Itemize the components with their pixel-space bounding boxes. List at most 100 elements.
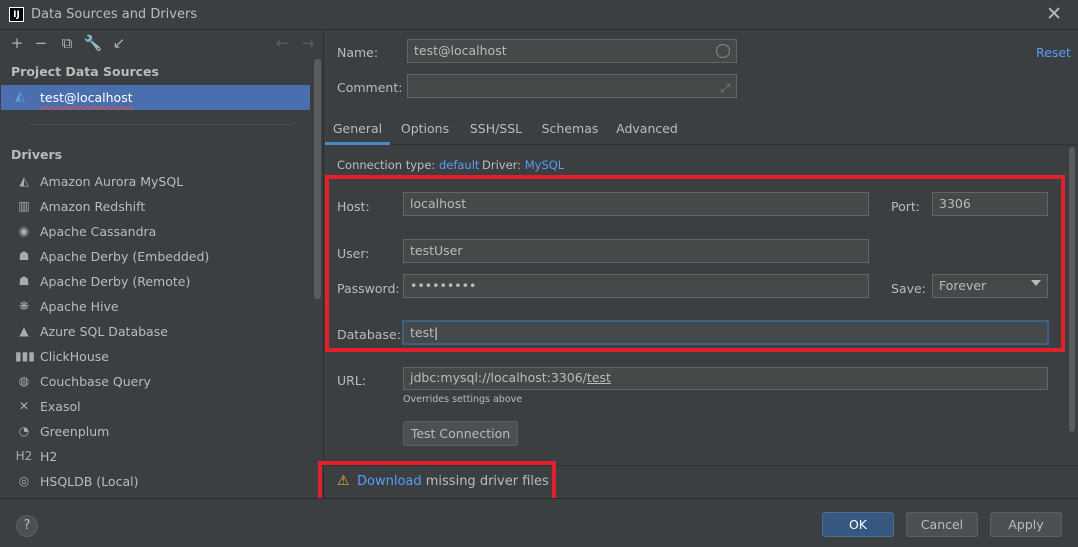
- connection-type-link[interactable]: default: [439, 158, 479, 172]
- driver-label: Amazon Aurora MySQL: [40, 174, 184, 189]
- driver-item[interactable]: ❋ Apache Hive: [0, 294, 310, 319]
- back-arrow-icon[interactable]: ←: [272, 33, 292, 53]
- left-toolbar: + − ⧉ 🔧 ↙ ← →: [0, 31, 323, 57]
- save-value: Forever: [939, 278, 987, 293]
- driver-label: Apache Derby (Remote): [40, 274, 191, 289]
- connection-type-label: Connection type:: [337, 158, 436, 172]
- driver-item[interactable]: ✕ Exasol: [0, 394, 310, 419]
- driver-item[interactable]: ◍ Couchbase Query: [0, 369, 310, 394]
- host-field[interactable]: localhost: [403, 192, 869, 216]
- driver-item[interactable]: ▮▮▮ ClickHouse: [0, 344, 310, 369]
- comment-field[interactable]: ⤢: [407, 74, 737, 98]
- title-bar: IJ Data Sources and Drivers ✕: [0, 0, 1078, 30]
- duplicate-icon[interactable]: ⧉: [57, 33, 77, 53]
- port-label: Port:: [891, 199, 920, 214]
- tab-schemas[interactable]: Schemas: [539, 121, 601, 145]
- drivers-list: ◭ Amazon Aurora MySQL ▥ Amazon Redshift ◉ Apa…: [0, 169, 310, 494]
- derby-hat-icon: ☗: [18, 274, 30, 288]
- driver-item[interactable]: ☗ Apache Derby (Remote): [0, 269, 310, 294]
- driver-link[interactable]: MySQL: [525, 158, 565, 172]
- color-circle-icon[interactable]: [716, 44, 730, 58]
- driver-label: H2: [40, 449, 58, 464]
- user-field[interactable]: testUser: [403, 239, 869, 263]
- driver-item[interactable]: ☗ Apache Derby (Embedded): [0, 244, 310, 269]
- driver-item[interactable]: ◭ Amazon Aurora MySQL: [0, 169, 310, 194]
- url-label: URL:: [337, 373, 367, 388]
- tab-ssh-ssl[interactable]: SSH/SSL: [465, 121, 527, 145]
- driver-label: Apache Derby (Embedded): [40, 249, 210, 264]
- hsqldb-icon: ◎: [18, 474, 30, 488]
- driver-line: Driver: MySQL: [482, 158, 564, 172]
- ok-button[interactable]: OK: [822, 512, 894, 537]
- save-dropdown[interactable]: Forever: [932, 274, 1048, 298]
- azure-icon: ▲: [19, 324, 29, 338]
- tab-options[interactable]: Options: [397, 121, 453, 145]
- driver-label: Greenplum: [40, 424, 110, 439]
- comment-label: Comment:: [337, 80, 403, 95]
- left-scrollbar[interactable]: [314, 59, 321, 299]
- chevron-down-icon: [1031, 280, 1041, 286]
- data-source-label: test@localhost: [40, 90, 133, 105]
- cassandra-icon: ◉: [18, 224, 30, 238]
- password-field[interactable]: •••••••••: [403, 274, 869, 298]
- driver-label: HSQLDB (Local): [40, 474, 139, 489]
- driver-item[interactable]: ◎ HSQLDB (Local): [0, 469, 310, 494]
- port-field[interactable]: 3306: [932, 192, 1048, 216]
- couchbase-icon: ◍: [18, 374, 30, 388]
- name-field[interactable]: test@localhost: [407, 39, 737, 63]
- bottom-bar: ? OK Cancel Apply: [0, 498, 1078, 547]
- driver-item[interactable]: ▲ Azure SQL Database: [0, 319, 310, 344]
- tab-general[interactable]: General: [325, 121, 390, 145]
- driver-item[interactable]: H2 H2: [0, 444, 310, 469]
- reset-link[interactable]: Reset: [1036, 45, 1071, 60]
- driver-label: Apache Cassandra: [40, 224, 157, 239]
- url-hint: Overrides settings above: [403, 394, 523, 405]
- import-icon[interactable]: ↙: [109, 33, 129, 53]
- url-field[interactable]: jdbc:mysql://localhost:3306/test: [403, 367, 1048, 390]
- password-label: Password:: [337, 281, 400, 296]
- url-prefix: jdbc:mysql://localhost:3306/: [410, 370, 587, 385]
- driver-label: Apache Hive: [40, 299, 119, 314]
- hive-icon: ❋: [18, 299, 30, 313]
- data-source-item-selected[interactable]: ◭ test@localhost: [1, 85, 310, 110]
- test-connection-button[interactable]: Test Connection: [403, 421, 518, 446]
- tab-advanced[interactable]: Advanced: [613, 121, 681, 145]
- left-panel: + − ⧉ 🔧 ↙ ← → Project Data Sources ◭ tes…: [0, 31, 324, 498]
- driver-item[interactable]: ▥ Amazon Redshift: [0, 194, 310, 219]
- remove-icon[interactable]: −: [31, 33, 51, 53]
- database-field[interactable]: test|: [402, 320, 1049, 345]
- text-cursor: |: [434, 325, 439, 340]
- driver-item[interactable]: ◉ Apache Cassandra: [0, 219, 310, 244]
- h2-icon: H2: [15, 449, 33, 463]
- driver-item[interactable]: ◔ Greenplum: [0, 419, 310, 444]
- right-scrollbar[interactable]: [1069, 147, 1075, 432]
- dolphin-icon: ◭: [19, 174, 29, 188]
- exasol-icon: ✕: [18, 399, 30, 413]
- help-button[interactable]: ?: [16, 515, 38, 537]
- host-label: Host:: [337, 199, 370, 214]
- connection-type: Connection type: default: [337, 158, 479, 172]
- database-label: Database:: [337, 327, 401, 342]
- window-title: Data Sources and Drivers: [31, 7, 198, 22]
- driver-label: ClickHouse: [40, 349, 109, 364]
- name-label: Name:: [337, 45, 379, 60]
- apply-button[interactable]: Apply: [990, 512, 1062, 537]
- close-icon[interactable]: ✕: [1046, 3, 1062, 25]
- url-database-part: test: [586, 370, 611, 385]
- user-label: User:: [337, 246, 370, 261]
- mysql-dolphin-icon: ◭: [15, 89, 25, 104]
- expand-icon[interactable]: ⤢: [720, 78, 730, 97]
- divider: [30, 124, 292, 125]
- driver-label: Driver:: [482, 158, 522, 172]
- cancel-button[interactable]: Cancel: [906, 512, 978, 537]
- save-label: Save:: [891, 281, 926, 296]
- tab-bar: General Options SSH/SSL Schemas Advanced: [325, 117, 1078, 145]
- add-icon[interactable]: +: [7, 33, 27, 53]
- driver-label: Exasol: [40, 399, 81, 414]
- name-value: test@localhost: [414, 43, 507, 58]
- driver-label: Azure SQL Database: [40, 324, 168, 339]
- derby-hat-icon: ☗: [18, 249, 30, 263]
- forward-arrow-icon[interactable]: →: [298, 33, 318, 53]
- wrench-icon[interactable]: 🔧: [83, 33, 103, 53]
- clickhouse-icon: ▮▮▮: [15, 349, 35, 363]
